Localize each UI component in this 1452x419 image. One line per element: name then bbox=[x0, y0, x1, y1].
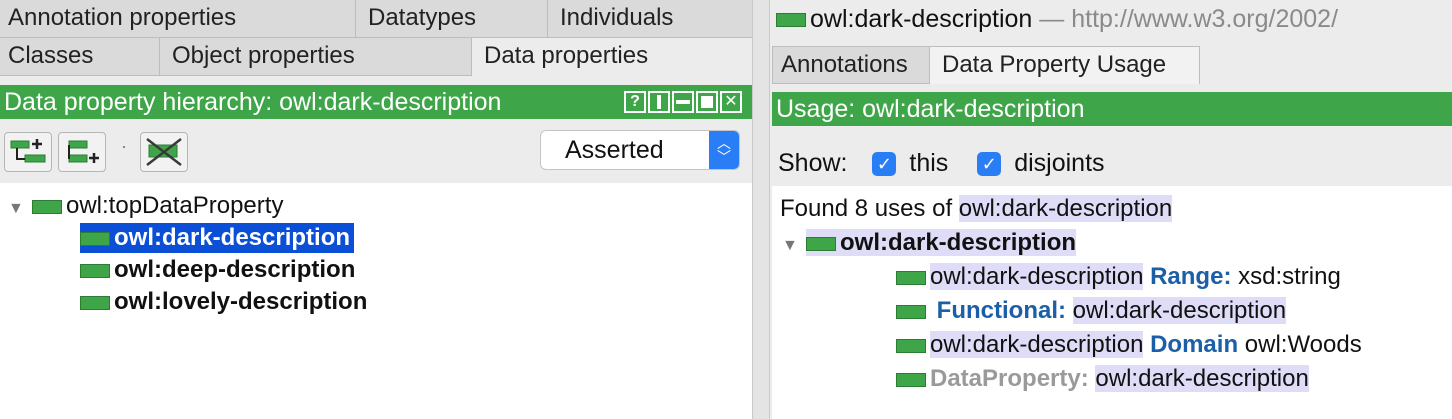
usage-row-range[interactable]: owl:dark-description Range: xsd:string bbox=[896, 262, 1341, 292]
inferred-select[interactable]: Asserted ︿ ﹀ bbox=[540, 130, 740, 170]
data-property-icon bbox=[80, 263, 110, 278]
usage-value: xsd:string bbox=[1238, 263, 1341, 290]
checkmark-icon: ✓ bbox=[981, 154, 997, 175]
usage-value: owl:Woods bbox=[1244, 331, 1362, 358]
entity-header: owl:dark-description — http://www.w3.org… bbox=[776, 4, 1338, 34]
collapse-triangle-icon[interactable]: ▼ bbox=[782, 231, 806, 261]
delete-property-button[interactable] bbox=[140, 132, 188, 172]
usage-root-item: owl:dark-description bbox=[806, 229, 1077, 256]
usage-root-label: owl:dark-description bbox=[840, 229, 1077, 256]
usage-panel: Found 8 uses of owl:dark-description ▼ ow… bbox=[772, 186, 1452, 419]
entity-title: owl:dark-description bbox=[810, 5, 1033, 33]
usage-title-bar: Usage: owl:dark-description bbox=[772, 92, 1452, 126]
checkbox-this-label: this bbox=[909, 149, 949, 177]
data-property-icon bbox=[896, 270, 926, 285]
hierarchy-title: Data property hierarchy: owl:dark-descri… bbox=[4, 88, 502, 116]
usage-entity: owl:dark-description bbox=[930, 263, 1144, 290]
inferred-select-value: Asserted bbox=[565, 136, 664, 164]
found-entity[interactable]: owl:dark-description bbox=[958, 195, 1173, 222]
tab-datatypes[interactable]: Datatypes bbox=[356, 0, 548, 38]
collapse-triangle-icon[interactable]: ▼ bbox=[8, 194, 32, 224]
data-property-icon bbox=[80, 231, 110, 246]
tab-classes[interactable]: Classes bbox=[0, 38, 160, 76]
tab-data-properties[interactable]: Data properties bbox=[472, 38, 753, 76]
tab-annotation-properties[interactable]: Annotation properties bbox=[0, 0, 356, 38]
data-property-icon bbox=[896, 304, 926, 319]
tab-label: Classes bbox=[8, 42, 94, 69]
separator-dot bbox=[123, 146, 125, 148]
usage-keyword: Domain bbox=[1150, 331, 1239, 358]
show-options: Show: ✓ this ✓ disjoints bbox=[778, 148, 1105, 178]
minimize-button[interactable] bbox=[672, 91, 694, 113]
usage-keyword: Functional: bbox=[936, 297, 1066, 324]
checkbox-disjoints-label: disjoints bbox=[1014, 149, 1105, 177]
hierarchy-title-bar: Data property hierarchy: owl:dark-descri… bbox=[0, 85, 752, 119]
data-property-icon bbox=[776, 13, 806, 28]
tab-label: Annotations bbox=[781, 51, 908, 78]
data-property-icon bbox=[896, 338, 926, 353]
panel-divider[interactable] bbox=[752, 0, 770, 419]
tab-label: Datatypes bbox=[368, 4, 477, 31]
tab-label: Annotation properties bbox=[8, 4, 237, 31]
data-property-icon bbox=[32, 199, 62, 214]
tab-label: Individuals bbox=[560, 4, 674, 31]
add-subproperty-icon bbox=[10, 139, 46, 163]
tab-data-property-usage[interactable]: Data Property Usage bbox=[930, 46, 1200, 84]
checkbox-this[interactable]: ✓ bbox=[872, 152, 897, 177]
add-sibling-button[interactable] bbox=[58, 132, 106, 172]
data-property-icon bbox=[80, 295, 110, 310]
help-button[interactable]: ? bbox=[624, 91, 646, 113]
usage-value: owl:dark-description bbox=[1072, 297, 1287, 324]
tab-label: Object properties bbox=[172, 42, 355, 69]
add-subproperty-button[interactable] bbox=[4, 132, 52, 172]
tree-item-deep-description[interactable]: owl:deep-description bbox=[80, 255, 355, 285]
property-tree: ▼ owl:topDataProperty owl:dark-descriptio… bbox=[0, 183, 752, 419]
split-button[interactable] bbox=[648, 91, 670, 113]
tree-item-dark-description[interactable]: owl:dark-description bbox=[80, 223, 355, 253]
window-buttons-icon: ? ✕ bbox=[624, 91, 742, 113]
tab-individuals[interactable]: Individuals bbox=[548, 0, 753, 38]
tab-label: Data Property Usage bbox=[942, 51, 1167, 78]
usage-keyword: Range: bbox=[1150, 263, 1232, 290]
usage-keyword: DataProperty: bbox=[930, 365, 1089, 392]
chevron-updown-icon: ︿ ﹀ bbox=[709, 131, 739, 169]
tree-item-label: owl:dark-description bbox=[114, 224, 351, 251]
usage-root[interactable]: ▼ owl:dark-description bbox=[782, 228, 1077, 261]
tab-object-properties[interactable]: Object properties bbox=[160, 38, 472, 76]
found-prefix: Found 8 uses of bbox=[780, 195, 953, 222]
usage-entity: owl:dark-description bbox=[930, 331, 1144, 358]
usage-row-functional[interactable]: Functional: owl:dark-description bbox=[896, 296, 1287, 326]
checkbox-disjoints[interactable]: ✓ bbox=[977, 152, 1002, 177]
checkmark-icon: ✓ bbox=[876, 154, 892, 175]
usage-value: owl:dark-description bbox=[1095, 365, 1309, 392]
tree-root[interactable]: ▼ owl:topDataProperty bbox=[8, 191, 283, 224]
add-sibling-icon bbox=[68, 140, 99, 163]
show-label: Show: bbox=[778, 149, 848, 177]
tree-root-label: owl:topDataProperty bbox=[66, 192, 284, 219]
delete-property-icon bbox=[146, 138, 182, 166]
usage-title: Usage: owl:dark-description bbox=[776, 95, 1085, 123]
tab-label: Data properties bbox=[484, 42, 649, 69]
data-property-icon bbox=[806, 236, 836, 251]
close-button[interactable]: ✕ bbox=[720, 91, 742, 113]
found-summary: Found 8 uses of owl:dark-description bbox=[780, 194, 1173, 224]
data-property-icon bbox=[896, 372, 926, 387]
tree-item-label: owl:deep-description bbox=[114, 256, 356, 283]
tree-item-lovely-description[interactable]: owl:lovely-description bbox=[80, 287, 367, 317]
maximize-button[interactable] bbox=[696, 91, 718, 113]
tab-annotations[interactable]: Annotations bbox=[772, 46, 930, 84]
entity-iri: — http://www.w3.org/2002/ bbox=[1039, 5, 1339, 33]
usage-row-declaration[interactable]: DataProperty: owl:dark-description bbox=[896, 364, 1309, 394]
usage-row-domain[interactable]: owl:dark-description Domain owl:Woods bbox=[896, 330, 1362, 360]
tree-item-label: owl:lovely-description bbox=[114, 288, 368, 315]
